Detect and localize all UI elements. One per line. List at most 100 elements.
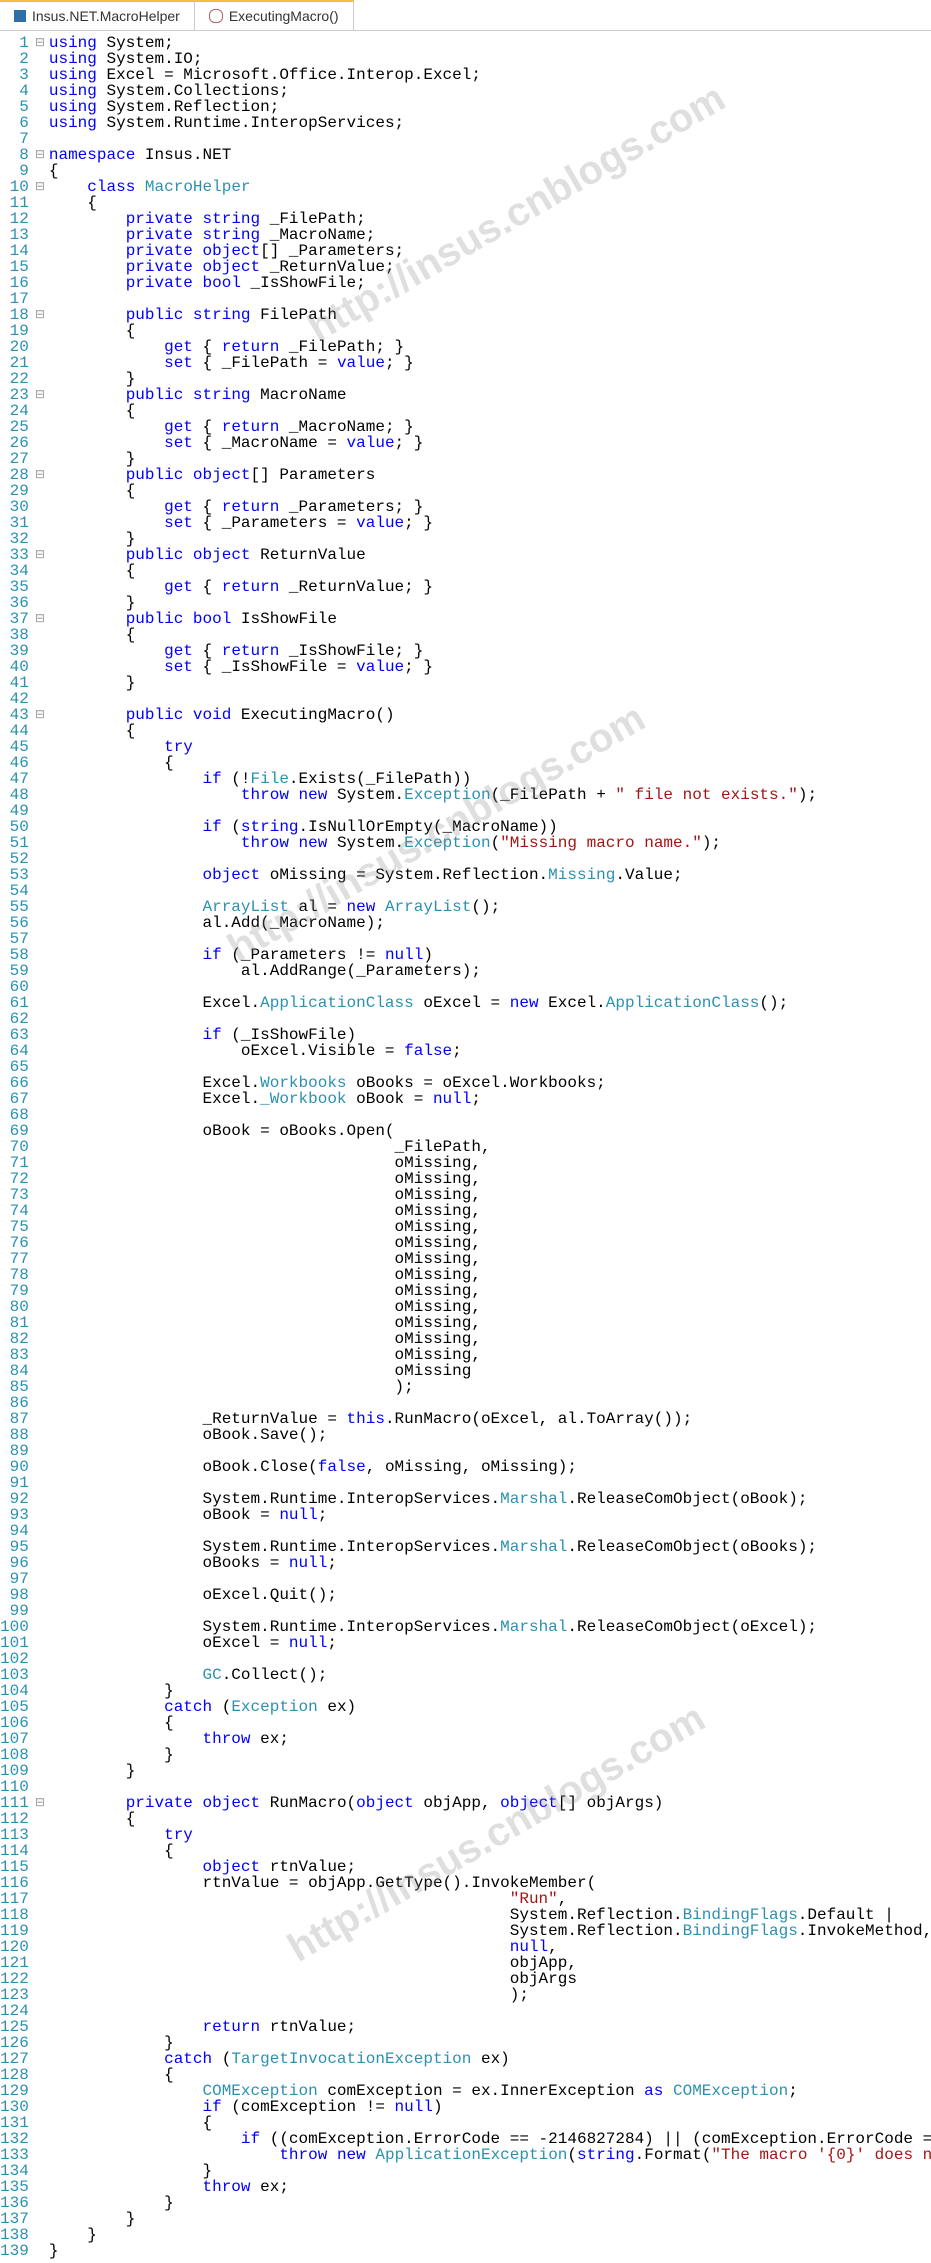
code-line[interactable] [49,2003,931,2019]
code-line[interactable]: using System.Reflection; [49,99,931,115]
code-line[interactable]: COMException comException = ex.InnerExce… [49,2083,931,2099]
code-line[interactable]: rtnValue = objApp.GetType().InvokeMember… [49,1875,931,1891]
code-line[interactable]: object rtnValue; [49,1859,931,1875]
code-line[interactable]: } [49,2211,931,2227]
code-line[interactable]: { [49,1843,931,1859]
fold-toggle[interactable]: ⊟ [35,307,45,323]
code-line[interactable]: oMissing, [49,1187,931,1203]
code-line[interactable]: try [49,1827,931,1843]
code-line[interactable]: { [49,1811,931,1827]
code-line[interactable]: class MacroHelper [49,179,931,195]
code-line[interactable] [49,131,931,147]
code-line[interactable]: oMissing [49,1363,931,1379]
code-line[interactable]: private bool _IsShowFile; [49,275,931,291]
code-line[interactable] [49,1475,931,1491]
fold-toggle[interactable]: ⊟ [35,179,45,195]
code-line[interactable]: set { _FilePath = value; } [49,355,931,371]
code-line[interactable] [49,931,931,947]
code-line[interactable]: _FilePath, [49,1139,931,1155]
code-line[interactable]: get { return _FilePath; } [49,339,931,355]
code-line[interactable]: System.Runtime.InteropServices.Marshal.R… [49,1539,931,1555]
code-line[interactable]: oMissing, [49,1299,931,1315]
code-line[interactable]: using System.Runtime.InteropServices; [49,115,931,131]
code-line[interactable] [49,851,931,867]
code-line[interactable]: oBooks = null; [49,1555,931,1571]
code-line[interactable]: public bool IsShowFile [49,611,931,627]
code-editor[interactable]: 1234567891011121314151617181920212223242… [0,31,931,2263]
code-line[interactable]: } [49,1763,931,1779]
code-line[interactable]: oMissing, [49,1155,931,1171]
code-line[interactable]: private string _FilePath; [49,211,931,227]
code-line[interactable] [49,1011,931,1027]
code-line[interactable]: } [49,1683,931,1699]
code-line[interactable]: oExcel.Visible = false; [49,1043,931,1059]
code-line[interactable] [49,1059,931,1075]
code-line[interactable]: try [49,739,931,755]
code-line[interactable]: using System.Collections; [49,83,931,99]
code-line[interactable]: if (string.IsNullOrEmpty(_MacroName)) [49,819,931,835]
code-area[interactable]: using System;using System.IO;using Excel… [45,31,931,2263]
code-line[interactable]: if ((comException.ErrorCode == -21468272… [49,2131,931,2147]
code-line[interactable]: public string MacroName [49,387,931,403]
code-line[interactable]: oMissing, [49,1283,931,1299]
code-line[interactable]: Excel._Workbook oBook = null; [49,1091,931,1107]
code-line[interactable]: oBook.Save(); [49,1427,931,1443]
code-line[interactable]: } [49,371,931,387]
code-line[interactable]: { [49,2115,931,2131]
code-line[interactable] [49,1571,931,1587]
code-line[interactable]: throw new ApplicationException(string.Fo… [49,2147,931,2163]
code-line[interactable]: public void ExecutingMacro() [49,707,931,723]
code-line[interactable]: ); [49,1379,931,1395]
code-line[interactable]: System.Reflection.BindingFlags.Default | [49,1907,931,1923]
code-line[interactable]: } [49,531,931,547]
code-line[interactable]: oExcel.Quit(); [49,1587,931,1603]
fold-toggle[interactable]: ⊟ [35,547,45,563]
code-line[interactable]: get { return _IsShowFile; } [49,643,931,659]
fold-toggle[interactable]: ⊟ [35,1795,45,1811]
code-line[interactable]: } [49,2035,931,2051]
code-line[interactable] [49,691,931,707]
code-line[interactable]: al.AddRange(_Parameters); [49,963,931,979]
code-line[interactable]: { [49,563,931,579]
code-line[interactable]: ); [49,1987,931,2003]
code-line[interactable]: oMissing, [49,1347,931,1363]
fold-toggle[interactable]: ⊟ [35,147,45,163]
code-line[interactable]: throw ex; [49,1731,931,1747]
code-line[interactable]: if (comException != null) [49,2099,931,2115]
code-line[interactable]: throw new System.Exception(_FilePath + "… [49,787,931,803]
tab-method[interactable]: ExecutingMacro() [195,0,354,30]
code-line[interactable]: if (_IsShowFile) [49,1027,931,1043]
code-line[interactable]: if (_Parameters != null) [49,947,931,963]
code-line[interactable]: Excel.ApplicationClass oExcel = new Exce… [49,995,931,1011]
tab-class[interactable]: Insus.NET.MacroHelper [0,0,195,30]
code-line[interactable] [49,979,931,995]
code-line[interactable]: throw ex; [49,2179,931,2195]
code-line[interactable]: null, [49,1939,931,1955]
fold-gutter[interactable]: ⊟⊟⊟⊟⊟⊟⊟⊟⊟⊟ [35,31,45,2263]
code-line[interactable]: using System; [49,35,931,51]
code-line[interactable]: } [49,2163,931,2179]
code-line[interactable]: object oMissing = System.Reflection.Miss… [49,867,931,883]
code-line[interactable]: } [49,595,931,611]
code-line[interactable]: private object _ReturnValue; [49,259,931,275]
code-line[interactable]: objApp, [49,1955,931,1971]
code-line[interactable]: oMissing, [49,1315,931,1331]
code-line[interactable]: oMissing, [49,1219,931,1235]
code-line[interactable]: } [49,451,931,467]
fold-toggle[interactable]: ⊟ [35,611,45,627]
code-line[interactable]: System.Runtime.InteropServices.Marshal.R… [49,1491,931,1507]
code-line[interactable]: public string FilePath [49,307,931,323]
code-line[interactable]: { [49,2067,931,2083]
code-line[interactable]: System.Runtime.InteropServices.Marshal.R… [49,1619,931,1635]
code-line[interactable]: oMissing, [49,1171,931,1187]
code-line[interactable]: { [49,723,931,739]
code-line[interactable]: set { _MacroName = value; } [49,435,931,451]
code-line[interactable]: oMissing, [49,1203,931,1219]
code-line[interactable] [49,883,931,899]
code-line[interactable]: set { _IsShowFile = value; } [49,659,931,675]
fold-toggle[interactable]: ⊟ [35,707,45,723]
code-line[interactable]: using Excel = Microsoft.Office.Interop.E… [49,67,931,83]
code-line[interactable]: catch (Exception ex) [49,1699,931,1715]
code-line[interactable]: catch (TargetInvocationException ex) [49,2051,931,2067]
code-line[interactable]: { [49,323,931,339]
